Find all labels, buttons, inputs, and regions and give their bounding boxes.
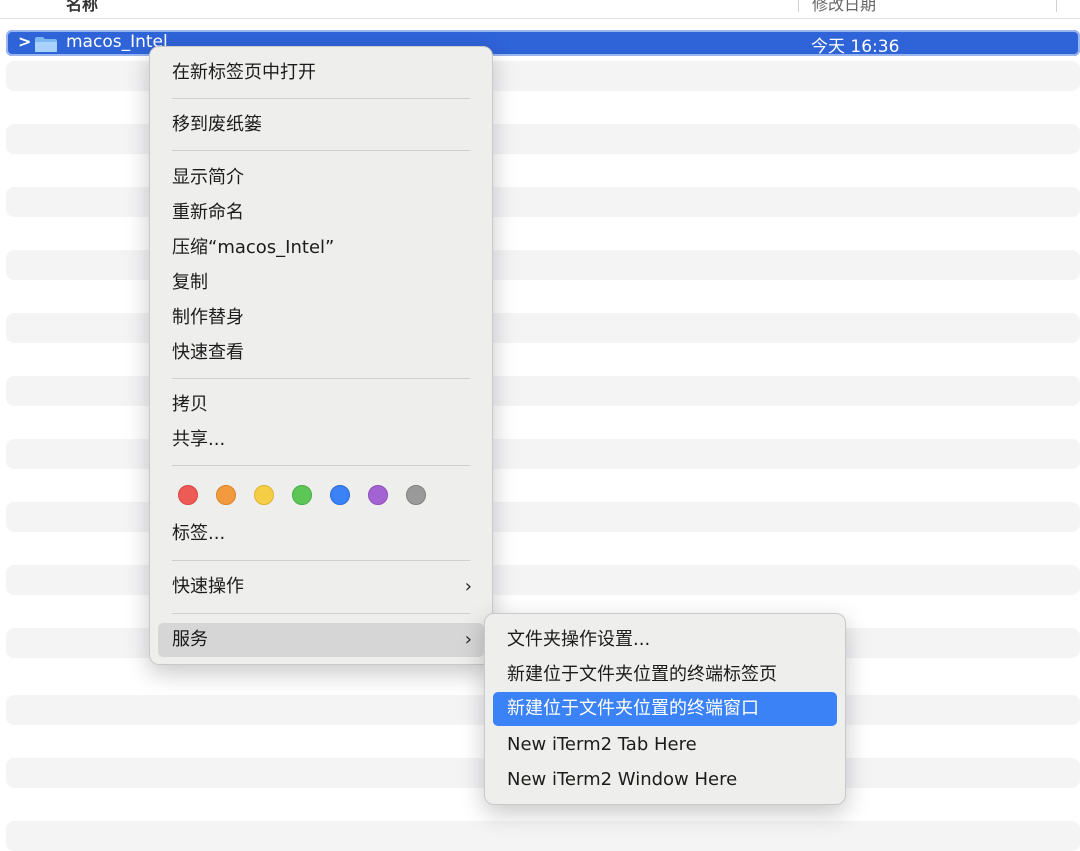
tag-purple-dot[interactable] (368, 485, 388, 505)
submenu-item-new-terminal-tab[interactable]: 新建位于文件夹位置的终端标签页 (507, 659, 777, 691)
submenu-item-folder-actions-setup[interactable]: 文件夹操作设置... (507, 624, 650, 656)
menu-item-open-new-tab[interactable]: 在新标签页中打开 (172, 57, 316, 89)
tag-gray-dot[interactable] (406, 485, 426, 505)
tag-green-dot[interactable] (292, 485, 312, 505)
submenu-item-new-iterm2-window[interactable]: New iTerm2 Window Here (507, 764, 737, 796)
menu-divider (172, 378, 470, 379)
menu-item-move-to-trash[interactable]: 移到废纸篓 (172, 109, 262, 141)
menu-item-compress[interactable]: 压缩“macos_Intel” (172, 232, 334, 264)
submenu-item-new-iterm2-tab[interactable]: New iTerm2 Tab Here (507, 729, 697, 761)
tag-blue-dot[interactable] (330, 485, 350, 505)
context-menu: 在新标签页中打开 移到废纸篓 显示简介 重新命名 压缩“macos_Intel”… (149, 46, 493, 665)
menu-divider (172, 98, 470, 99)
folder-modified-date: 今天 16:36 (811, 37, 900, 57)
services-submenu: 文件夹操作设置... 新建位于文件夹位置的终端标签页 新建位于文件夹位置的终端窗… (484, 613, 846, 805)
menu-item-duplicate[interactable]: 复制 (172, 267, 208, 299)
menu-item-tags[interactable]: 标签... (172, 518, 225, 550)
tag-yellow-dot[interactable] (254, 485, 274, 505)
tag-red-dot[interactable] (178, 485, 198, 505)
list-row[interactable] (6, 821, 1080, 851)
tag-orange-dot[interactable] (216, 485, 236, 505)
menu-divider (172, 560, 470, 561)
column-separator[interactable] (1056, 0, 1057, 12)
submenu-item-new-terminal-window[interactable]: 新建位于文件夹位置的终端窗口 (507, 693, 759, 725)
column-date-header[interactable]: 修改日期 (812, 0, 876, 15)
menu-item-services[interactable]: 服务 (172, 624, 208, 656)
disclosure-chevron-icon[interactable]: > (18, 32, 31, 51)
submenu-arrow-icon: › (464, 629, 472, 650)
menu-divider (172, 150, 470, 151)
menu-item-get-info[interactable]: 显示简介 (172, 162, 244, 194)
menu-item-quick-actions[interactable]: 快速操作 (172, 571, 244, 603)
menu-item-share[interactable]: 共享... (172, 424, 225, 456)
column-name-header[interactable]: 名称 (66, 0, 98, 15)
menu-item-make-alias[interactable]: 制作替身 (172, 302, 244, 334)
menu-divider (172, 465, 470, 466)
folder-icon (35, 37, 57, 52)
menu-item-rename[interactable]: 重新命名 (172, 197, 244, 229)
column-separator[interactable] (798, 0, 799, 12)
menu-item-copy[interactable]: 拷贝 (172, 389, 208, 421)
menu-divider (172, 613, 470, 614)
submenu-arrow-icon: › (464, 576, 472, 597)
column-header: 名称 修改日期 (0, 0, 1080, 19)
menu-item-quick-look[interactable]: 快速查看 (172, 337, 244, 369)
